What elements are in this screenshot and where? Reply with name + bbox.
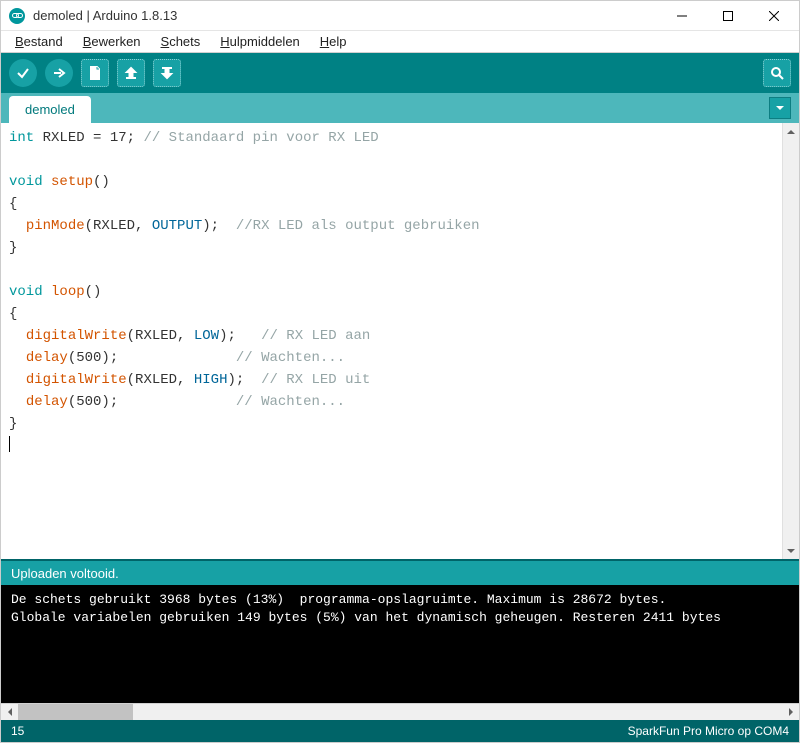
scroll-right-icon[interactable]	[782, 704, 799, 721]
scroll-down-icon[interactable]	[783, 542, 799, 559]
new-button[interactable]	[81, 59, 109, 87]
minimize-button[interactable]	[659, 1, 705, 31]
scroll-left-icon[interactable]	[1, 704, 18, 721]
tab-demoled[interactable]: demoled	[9, 96, 91, 123]
serial-monitor-button[interactable]	[763, 59, 791, 87]
scrollbar-thumb[interactable]	[18, 704, 133, 720]
upload-button[interactable]	[45, 59, 73, 87]
horizontal-scrollbar[interactable]	[1, 703, 799, 720]
bottombar: 15 SparkFun Pro Micro op COM4	[1, 720, 799, 742]
close-button[interactable]	[751, 1, 797, 31]
scroll-up-icon[interactable]	[783, 123, 799, 140]
tab-menu-button[interactable]	[769, 97, 791, 119]
board-port: SparkFun Pro Micro op COM4	[628, 724, 789, 738]
tabstrip: demoled	[1, 93, 799, 123]
editor-area: int RXLED = 17; // Standaard pin voor RX…	[1, 123, 799, 559]
line-number: 15	[11, 724, 24, 738]
toolbar	[1, 53, 799, 93]
save-button[interactable]	[153, 59, 181, 87]
maximize-button[interactable]	[705, 1, 751, 31]
menubar: Bestand Bewerken Schets Hulpmiddelen Hel…	[1, 31, 799, 53]
vertical-scrollbar[interactable]	[782, 123, 799, 559]
titlebar: demoled | Arduino 1.8.13	[1, 1, 799, 31]
status-bar: Uploaden voltooid.	[1, 559, 799, 585]
arduino-icon	[9, 8, 25, 24]
menu-bestand[interactable]: Bestand	[7, 32, 71, 51]
status-text: Uploaden voltooid.	[11, 566, 119, 581]
menu-schets[interactable]: Schets	[153, 32, 209, 51]
console-output[interactable]: De schets gebruikt 3968 bytes (13%) prog…	[1, 585, 799, 703]
window-title: demoled | Arduino 1.8.13	[33, 8, 177, 23]
menu-bewerken[interactable]: Bewerken	[75, 32, 149, 51]
menu-hulpmiddelen[interactable]: Hulpmiddelen	[212, 32, 308, 51]
open-button[interactable]	[117, 59, 145, 87]
verify-button[interactable]	[9, 59, 37, 87]
menu-help[interactable]: Help	[312, 32, 355, 51]
code-editor[interactable]: int RXLED = 17; // Standaard pin voor RX…	[1, 123, 782, 559]
